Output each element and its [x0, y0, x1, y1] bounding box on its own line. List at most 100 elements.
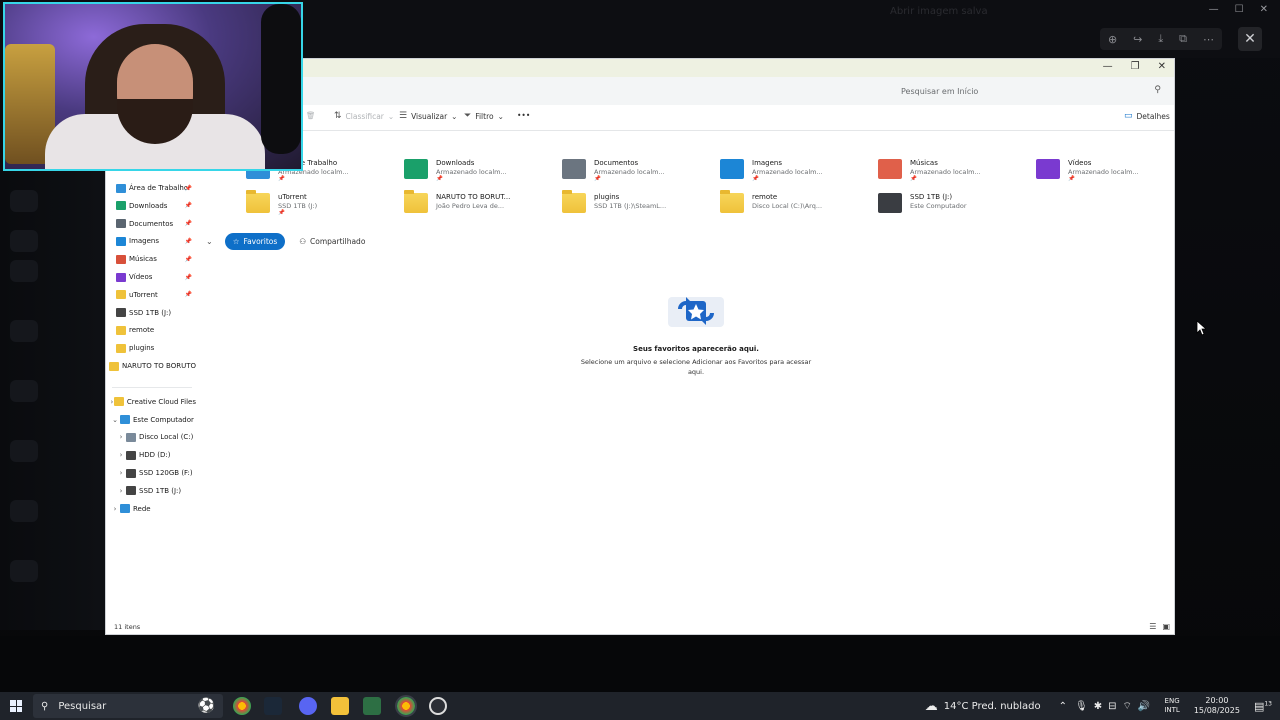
discord-icon[interactable] [299, 697, 317, 715]
sidebar-tree-item[interactable]: › Creative Cloud Files [106, 395, 196, 409]
sidebar-item[interactable]: remote [106, 323, 196, 337]
steam-icon[interactable] [264, 697, 282, 715]
quick-access-item[interactable]: plugins SSD 1TB (J:)\SteamL... [562, 190, 712, 219]
minimize-icon[interactable]: — [1209, 4, 1219, 15]
tiles-view-icon[interactable]: ▣ [1162, 622, 1170, 631]
weather-text[interactable]: 14°C Pred. nublado [944, 701, 1041, 712]
empty-description: Selecione um arquivo e selecione Adicion… [580, 358, 812, 376]
folder-icon [116, 272, 126, 282]
chevron-icon[interactable]: › [116, 469, 126, 477]
share-icon[interactable]: ↪ [1133, 33, 1142, 46]
close-icon[interactable]: ✕ [1260, 4, 1268, 15]
chevron-icon[interactable]: › [116, 451, 126, 459]
tray-chevron-icon[interactable]: ⌃ [1059, 701, 1067, 712]
videos-icon [1036, 159, 1060, 179]
quick-access-item[interactable]: Músicas Armazenado localm... 📌 [878, 159, 1028, 185]
app-tray-icon[interactable]: ✱ [1094, 701, 1102, 712]
obs-icon[interactable] [429, 697, 447, 715]
taskbar-search[interactable]: ⚲ Pesquisar ⚽ [33, 694, 223, 718]
explorer-close-icon[interactable]: ✕ [1158, 61, 1166, 72]
more-options-button[interactable]: ••• [517, 111, 530, 120]
collapse-chevron-icon[interactable]: ⌄ [206, 237, 213, 246]
quick-access-title: remote [752, 193, 778, 201]
quick-access-item[interactable]: Downloads Armazenado localm... 📌 [404, 159, 554, 185]
quick-access-item[interactable]: Imagens Armazenado localm... 📌 [720, 159, 870, 185]
language-indicator[interactable]: ENG INTL [1164, 697, 1179, 715]
drive-icon [126, 486, 136, 496]
sidebar-item-label: Downloads [129, 201, 168, 210]
quick-access-item[interactable]: Documentos Armazenado localm... 📌 [562, 159, 712, 185]
sidebar-tree-item[interactable]: › SSD 1TB (J:) [106, 484, 196, 498]
language-layout: INTL [1164, 706, 1180, 714]
wifi-icon[interactable]: ⌔ [1123, 700, 1132, 713]
sidebar-item[interactable]: Músicas 📌 [106, 252, 196, 266]
sidebar-tree-item[interactable]: › HDD (D:) [106, 448, 196, 462]
tab-favorites[interactable]: ☆ Favoritos [224, 233, 286, 250]
maximize-icon[interactable]: ☐ [1235, 4, 1244, 15]
chrome-active-icon[interactable] [395, 695, 417, 717]
explorer-minimize-icon[interactable]: — [1103, 61, 1113, 72]
explorer-restore-icon[interactable]: ❐ [1131, 61, 1140, 72]
file-explorer-icon[interactable] [331, 697, 349, 715]
sidebar-tree-item[interactable]: › SSD 120GB (F:) [106, 466, 196, 480]
pin-icon: 📌 [910, 176, 917, 182]
favorites-star-icon [664, 289, 728, 333]
notifications-icon[interactable]: ▤13 [1254, 700, 1272, 713]
quick-access-item[interactable]: SSD 1TB (J:) Este Computador [878, 193, 1028, 219]
view-label: Visualizar [411, 111, 448, 121]
chrome-icon[interactable] [233, 697, 251, 715]
excel-icon[interactable] [363, 697, 381, 715]
sidebar-item[interactable]: Imagens 📌 [106, 234, 196, 248]
zoom-icon[interactable]: ⊕ [1108, 33, 1117, 46]
mic-icon[interactable]: 🎙 [1075, 701, 1088, 712]
pin-icon: 📌 [184, 255, 192, 263]
sidebar-item-label: Músicas [129, 255, 157, 264]
quick-access-item[interactable]: remote Disco Local (C:)\Arq... [720, 190, 870, 219]
clock-date: 15/08/2025 [1193, 706, 1240, 715]
sidebar-item[interactable]: Área de Trabalho 📌 [106, 181, 196, 195]
quick-access-item[interactable]: uTorrent SSD 1TB (J:) 📌 [246, 190, 396, 219]
quick-access-title: Downloads [436, 159, 475, 167]
sidebar-tree-item[interactable]: ⌄ Este Computador [106, 413, 196, 427]
chevron-icon[interactable]: › [116, 433, 126, 441]
sidebar-item[interactable]: Downloads 📌 [106, 199, 196, 213]
download-icon[interactable]: ⤓ [1158, 32, 1163, 46]
search-input[interactable]: Pesquisar em Início ⚲ [891, 81, 1171, 101]
sort-button[interactable]: ⇅ Classificar ⌄ [334, 111, 394, 121]
sidebar-tree-item[interactable]: › Disco Local (C:) [106, 430, 196, 444]
quick-access-item[interactable]: Vídeos Armazenado localm... 📌 [1036, 159, 1186, 185]
details-view-icon[interactable]: ☰ [1149, 622, 1156, 631]
sidebar-item[interactable]: SSD 1TB (J:) [106, 306, 196, 320]
pin-icon: 📌 [278, 210, 285, 216]
view-button[interactable]: ☰ Visualizar ⌄ [399, 111, 457, 121]
quick-access-item[interactable]: NARUTO TO BORUT... João Pedro Leva de... [404, 190, 554, 219]
details-button[interactable]: ▭ Detalhes [1124, 111, 1170, 121]
chevron-icon[interactable]: ⌄ [110, 416, 120, 424]
quick-access-title: Imagens [752, 159, 783, 167]
sidebar-item[interactable]: Vídeos 📌 [106, 270, 196, 284]
chevron-icon[interactable]: › [110, 505, 120, 513]
sidebar-item[interactable]: Documentos 📌 [106, 217, 196, 231]
sidebar-item[interactable]: uTorrent 📌 [106, 288, 196, 302]
clock[interactable]: 20:00 15/08/2025 [1194, 696, 1240, 716]
notification-count: 13 [1264, 699, 1272, 707]
network-icon[interactable]: ⊟ [1108, 701, 1116, 712]
weather-icon: ☁ [924, 698, 938, 714]
sidebar-item[interactable]: NARUTO TO BORUTO [106, 359, 196, 373]
sidebar-item[interactable]: plugins [106, 341, 196, 355]
chevron-icon[interactable]: › [116, 487, 126, 495]
delete-icon[interactable]: 🗑 [306, 111, 316, 120]
open-external-icon[interactable]: ⧉ [1179, 32, 1187, 46]
more-icon[interactable]: ⋯ [1203, 33, 1214, 46]
volume-icon[interactable]: 🔊 [1138, 701, 1150, 712]
viewer-close-button[interactable]: ✕ [1238, 27, 1262, 51]
quick-access-location: SSD 1TB (J:)\SteamL... [594, 202, 667, 210]
empty-title: Seus favoritos aparecerão aqui. [633, 345, 759, 353]
quick-access-location: João Pedro Leva de... [436, 202, 505, 210]
windows-start-icon[interactable] [10, 700, 22, 712]
tab-shared[interactable]: ⚇ Compartilhado [291, 233, 373, 250]
tab-shared-label: Compartilhado [310, 237, 366, 246]
search-placeholder: Pesquisar em Início [901, 86, 979, 96]
filter-button[interactable]: ⏷ Filtro ⌄ [464, 111, 504, 121]
sidebar-tree-item[interactable]: › Rede [106, 502, 196, 516]
